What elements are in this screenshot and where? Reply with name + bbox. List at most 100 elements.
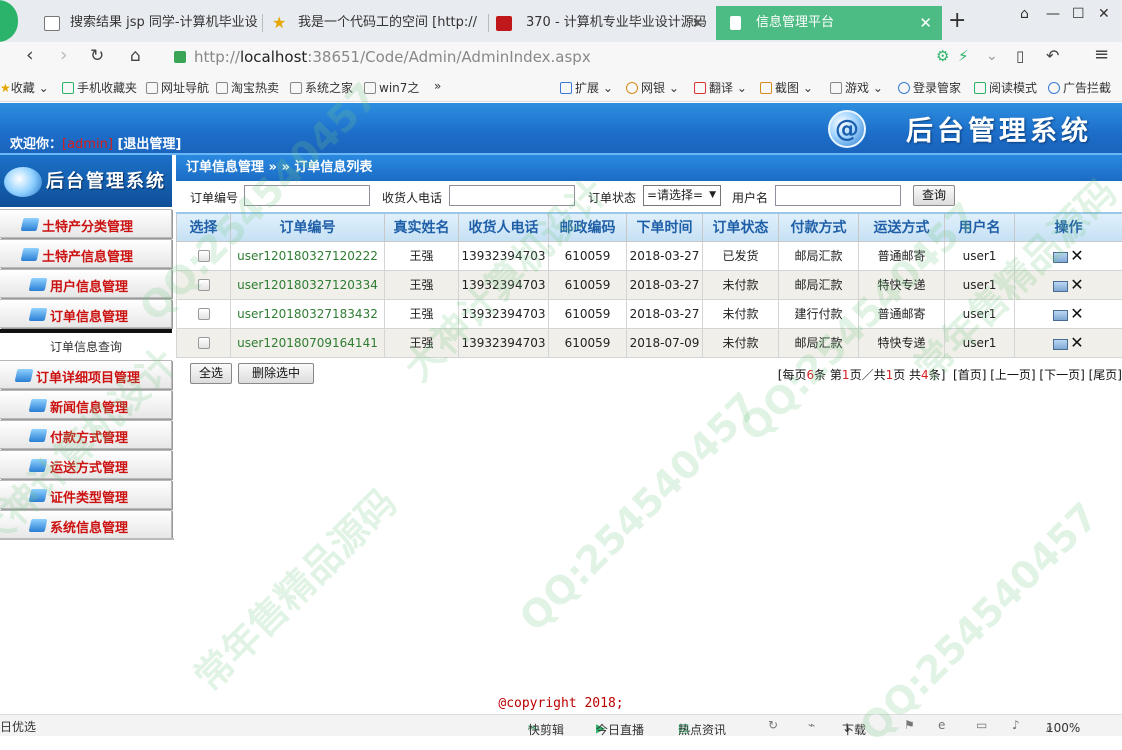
new-tab-button[interactable]: + bbox=[948, 8, 966, 33]
sidebar-item-system[interactable]: 系统信息管理 bbox=[0, 510, 172, 539]
tab-info-platform[interactable]: 信息管理平台 ✕ bbox=[716, 6, 942, 40]
delete-icon[interactable]: ✕ bbox=[1070, 275, 1083, 294]
menu-icon[interactable]: ≡ bbox=[1094, 44, 1109, 65]
bookmark-favorites[interactable]: ★收藏 ⌄ bbox=[0, 79, 49, 96]
real-name-cell: 王强 bbox=[385, 241, 459, 270]
link-icon[interactable]: ⌁ bbox=[808, 718, 815, 732]
menu-icon bbox=[29, 278, 48, 291]
logout-link[interactable]: [退出管理] bbox=[117, 137, 181, 152]
bookmark-taobao[interactable]: 淘宝热卖 bbox=[216, 79, 279, 96]
sidebar-subitem-order-query[interactable]: 订单信息查询 bbox=[0, 335, 172, 359]
menu-icon bbox=[15, 369, 34, 382]
delete-icon[interactable]: ✕ bbox=[1070, 246, 1083, 265]
order-time-cell: 2018-03-27 bbox=[627, 270, 703, 299]
minimize-icon[interactable]: — bbox=[1046, 6, 1060, 22]
flag-icon[interactable]: ⚑ bbox=[904, 718, 915, 732]
row-checkbox[interactable] bbox=[198, 250, 210, 262]
col-payment: 付款方式 bbox=[779, 213, 859, 241]
sidebar-item-specialty-info[interactable]: 土特产信息管理 bbox=[0, 239, 172, 268]
edit-icon[interactable] bbox=[1053, 339, 1068, 350]
order-no-input[interactable] bbox=[244, 185, 370, 206]
url-field[interactable]: http://localhost:38651/Code/Admin/AdminI… bbox=[168, 45, 978, 69]
doc-icon bbox=[44, 16, 60, 31]
next-page-link[interactable]: [下一页] bbox=[1039, 368, 1084, 382]
delete-selected-button[interactable]: 删除选中 bbox=[238, 363, 314, 384]
sidebar-item-order-info[interactable]: 订单信息管理 bbox=[0, 299, 172, 328]
sidebar-item-id-type[interactable]: 证件类型管理 bbox=[0, 480, 172, 509]
ext-login-manager[interactable]: 登录管家 bbox=[898, 79, 961, 96]
row-checkbox[interactable] bbox=[198, 337, 210, 349]
delete-icon[interactable]: ✕ bbox=[1070, 333, 1083, 352]
ext-reading-mode[interactable]: 阅读模式 bbox=[974, 79, 1037, 96]
undo-icon[interactable]: ↶ bbox=[1046, 46, 1059, 65]
last-page-link[interactable]: [尾页] bbox=[1089, 368, 1122, 382]
breadcrumb: 订单信息管理 » » 订单信息列表 bbox=[176, 155, 1122, 181]
home-icon[interactable]: ⌂ bbox=[130, 46, 141, 66]
brand-logo-icon: @ bbox=[828, 110, 866, 148]
col-actions: 操作 bbox=[1015, 213, 1122, 241]
col-order-time: 下单时间 bbox=[627, 213, 703, 241]
maximize-icon[interactable]: ☐ bbox=[1072, 6, 1085, 22]
row-checkbox[interactable] bbox=[198, 308, 210, 320]
ext-adblock[interactable]: 广告拦截 bbox=[1048, 79, 1111, 96]
first-page-link[interactable]: [首页] bbox=[953, 368, 986, 382]
ext-games[interactable]: 游戏 ⌄ bbox=[830, 79, 883, 96]
ext-extend[interactable]: 扩展 ⌄ bbox=[560, 79, 613, 96]
status-preferred[interactable]: 日优选 bbox=[0, 718, 36, 735]
real-name-cell: 王强 bbox=[385, 299, 459, 328]
skin-icon[interactable]: ⌂ bbox=[1020, 6, 1029, 22]
page-icon bbox=[730, 16, 741, 30]
chevron-down-icon: ▼ bbox=[709, 186, 716, 205]
ext-bank[interactable]: 网银 ⌄ bbox=[626, 79, 679, 96]
speed-icon[interactable]: ⚡ bbox=[958, 47, 969, 65]
edit-icon[interactable] bbox=[1053, 252, 1068, 263]
bookmark-nav[interactable]: 网址导航 bbox=[146, 79, 209, 96]
query-button[interactable]: 查询 bbox=[913, 185, 955, 206]
prev-page-link[interactable]: [上一页] bbox=[990, 368, 1035, 382]
sidebar-item-payment[interactable]: 付款方式管理 bbox=[0, 420, 172, 449]
phone-icon[interactable]: ▯ bbox=[1016, 47, 1024, 65]
bookmark-mobile[interactable]: 手机收藏夹 bbox=[62, 79, 137, 96]
tab-search-results[interactable]: 搜索结果 jsp 同学-计算机毕业设 bbox=[30, 6, 260, 40]
sidebar-item-specialty-category[interactable]: 土特产分类管理 bbox=[0, 209, 172, 238]
username-input[interactable] bbox=[775, 185, 901, 206]
bookmark-syshome[interactable]: 系统之家 bbox=[290, 79, 353, 96]
col-zipcode: 邮政编码 bbox=[549, 213, 627, 241]
close-tab-icon[interactable]: ✕ bbox=[691, 6, 704, 40]
sidebar-item-order-detail[interactable]: 订单详细项目管理 bbox=[0, 360, 172, 389]
bookmark-win7[interactable]: win7之 bbox=[364, 79, 419, 96]
window-icon[interactable]: ▭ bbox=[976, 718, 987, 732]
address-bar: ‹ › ↻ ⌂ http://localhost:38651/Code/Admi… bbox=[0, 42, 1122, 72]
bookmark-more[interactable]: » bbox=[434, 79, 441, 93]
forward-icon[interactable]: › bbox=[60, 44, 68, 66]
payment-cell: 邮局汇款 bbox=[779, 270, 859, 299]
tab-code-space[interactable]: ★ 我是一个代码工的空间 [http:// bbox=[258, 6, 488, 40]
status-select[interactable]: =请选择= ▼ bbox=[643, 185, 721, 206]
browser-logo-icon[interactable] bbox=[0, 0, 18, 42]
sidebar-item-user-info[interactable]: 用户信息管理 bbox=[0, 269, 172, 298]
shield-icon bbox=[174, 51, 186, 63]
copyright: @copyright 2018; bbox=[0, 696, 1122, 711]
phone-input[interactable] bbox=[449, 185, 575, 206]
ie-icon[interactable]: e bbox=[938, 718, 945, 732]
browser-tab-bar: 搜索结果 jsp 同学-计算机毕业设 ★ 我是一个代码工的空间 [http://… bbox=[0, 0, 1122, 42]
sidebar-item-shipping[interactable]: 运送方式管理 bbox=[0, 450, 172, 479]
compat-icon[interactable]: ⚙ bbox=[936, 47, 949, 65]
row-checkbox[interactable] bbox=[198, 279, 210, 291]
delete-icon[interactable]: ✕ bbox=[1070, 304, 1083, 323]
tab-370-source[interactable]: 370 - 计算机专业毕业设计源码 ✕ bbox=[486, 6, 714, 40]
sidebar-item-news[interactable]: 新闻信息管理 bbox=[0, 390, 172, 419]
ext-translate[interactable]: 翻译 ⌄ bbox=[694, 79, 747, 96]
speaker-icon[interactable]: ♪ bbox=[1012, 718, 1020, 732]
select-all-button[interactable]: 全选 bbox=[190, 363, 232, 384]
close-tab-icon[interactable]: ✕ bbox=[919, 6, 932, 40]
ext-screenshot[interactable]: 截图 ⌄ bbox=[760, 79, 813, 96]
close-window-icon[interactable]: ✕ bbox=[1098, 6, 1110, 22]
dropdown-icon[interactable]: ⌄ bbox=[986, 48, 998, 64]
back-icon[interactable]: ‹ bbox=[26, 44, 34, 66]
reload-icon[interactable]: ↻ bbox=[90, 46, 104, 66]
refresh-status-icon[interactable]: ↻ bbox=[768, 718, 778, 732]
payment-cell: 建行付款 bbox=[779, 299, 859, 328]
edit-icon[interactable] bbox=[1053, 281, 1068, 292]
edit-icon[interactable] bbox=[1053, 310, 1068, 321]
